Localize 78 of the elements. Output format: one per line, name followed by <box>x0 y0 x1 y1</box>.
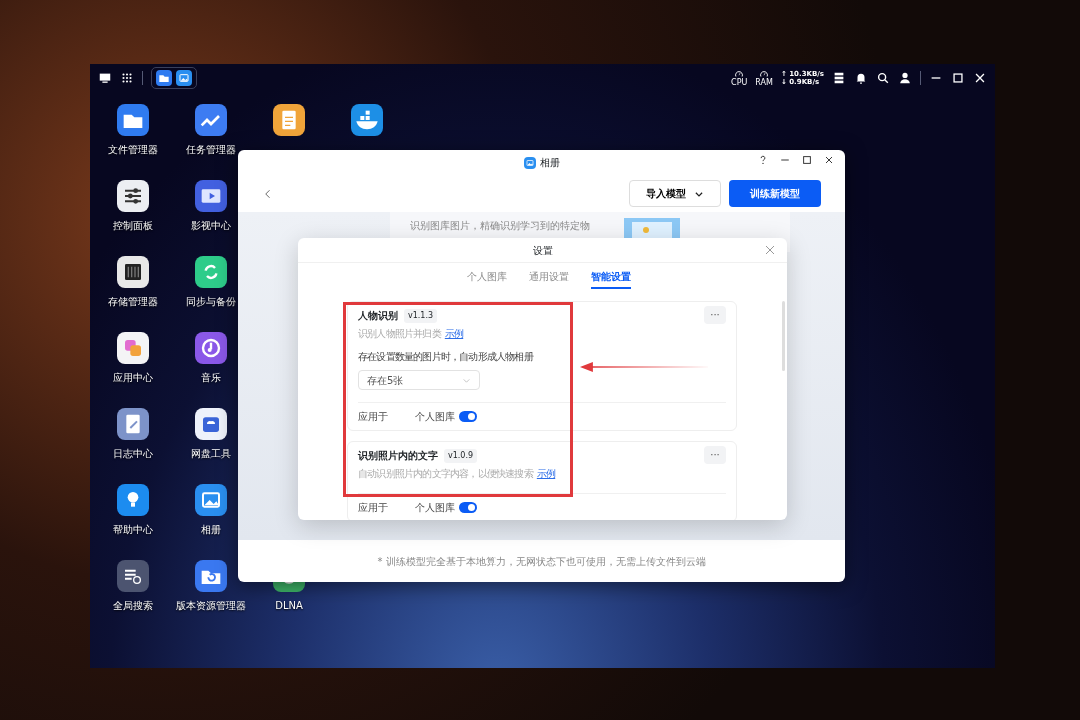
apply-label: 应用于 <box>358 501 388 515</box>
version-tag: v1.0.9 <box>444 448 478 463</box>
cloud-drive-icon[interactable] <box>195 408 227 440</box>
apply-target: 个人图库 <box>415 501 455 515</box>
example-link[interactable]: 示例 <box>536 468 556 479</box>
feature-name: 人物识别 <box>358 309 398 323</box>
search-icon[interactable] <box>876 71 890 85</box>
cpu-gauge-icon[interactable] <box>733 69 746 79</box>
maximize-icon[interactable] <box>801 154 813 166</box>
option-label: 存在设置数量的图片时，自动形成人物相册 <box>358 350 533 364</box>
monitor-icon[interactable] <box>98 71 112 85</box>
apply-target: 个人图库 <box>415 410 455 424</box>
server-list-icon[interactable] <box>832 71 846 85</box>
lightbulb-icon[interactable] <box>117 484 149 516</box>
picture-icon <box>523 156 536 169</box>
train-model-button[interactable]: 训练新模型 <box>729 180 821 207</box>
settings-tab[interactable]: 个人图库 <box>466 265 507 289</box>
toggle-knob <box>468 504 475 511</box>
folder-refresh-icon[interactable] <box>195 560 227 592</box>
folder-icon[interactable] <box>117 104 149 136</box>
close-icon[interactable] <box>823 154 835 166</box>
app-label: 影视中心 <box>191 219 231 233</box>
app-label: 任务管理器 <box>186 143 236 157</box>
sliders-icon[interactable] <box>117 180 149 212</box>
video-player-icon[interactable] <box>195 180 227 212</box>
count-select[interactable]: 存在5张 <box>358 370 480 390</box>
feature-name: 识别照片内的文字 <box>358 449 438 463</box>
disk-array-icon[interactable] <box>117 256 149 288</box>
toggle-knob <box>468 413 475 420</box>
app-label: 同步与备份 <box>186 295 236 309</box>
footer-note: * 训练模型完全基于本地算力，无网状态下也可使用，无需上传文件到云端 <box>377 554 706 569</box>
example-link[interactable]: 示例 <box>444 328 464 339</box>
app-label: DLNA <box>275 599 303 613</box>
app-label: 版本资源管理器 <box>176 599 246 613</box>
sync-arrows-icon[interactable] <box>195 256 227 288</box>
intro-text: 识别图库图片，精确识别学习到的特定物 <box>410 219 590 233</box>
app-label: 日志中心 <box>113 447 153 461</box>
settings-tab[interactable]: 智能设置 <box>590 265 631 289</box>
more-button[interactable]: ··· <box>704 306 726 324</box>
settings-tab[interactable]: 通用设置 <box>528 265 569 289</box>
container-stack-icon[interactable] <box>351 104 383 136</box>
app-label: 存储管理器 <box>108 295 158 309</box>
feature-description: 自动识别照片内的文字内容，以便快速搜索 <box>358 468 533 479</box>
music-note-icon[interactable] <box>195 332 227 364</box>
app-label: 音乐 <box>201 371 221 385</box>
app-label: 相册 <box>201 523 221 537</box>
close-icon[interactable] <box>973 71 987 85</box>
app-label: 网盘工具 <box>191 447 231 461</box>
folder-icon[interactable] <box>156 70 172 86</box>
scrollbar-thumb[interactable] <box>782 301 785 371</box>
app-label: 应用中心 <box>113 371 153 385</box>
picture-icon[interactable] <box>195 484 227 516</box>
maximize-icon[interactable] <box>951 71 965 85</box>
trend-chart-icon[interactable] <box>195 104 227 136</box>
toggle-switch[interactable] <box>459 502 477 513</box>
notepad-icon[interactable] <box>273 104 305 136</box>
app-label: 帮助中心 <box>113 523 153 537</box>
user-icon[interactable] <box>898 71 912 85</box>
import-model-button[interactable]: 导入模型 <box>629 180 721 207</box>
notebook-pen-icon[interactable] <box>117 408 149 440</box>
cpu-gauge-label: CPU <box>731 79 748 87</box>
bell-icon[interactable] <box>854 71 868 85</box>
ram-gauge-label: RAM <box>755 79 773 87</box>
app-grid-icon[interactable] <box>120 71 134 85</box>
ram-gauge-icon[interactable] <box>758 69 771 79</box>
app-label: 控制面板 <box>113 219 153 233</box>
app-label: 文件管理器 <box>108 143 158 157</box>
window-title: 相册 <box>539 156 560 170</box>
more-button[interactable]: ··· <box>704 446 726 464</box>
app-label: 全局搜索 <box>113 599 153 613</box>
feature-description: 识别人物照片并归类 <box>358 328 441 339</box>
search-list-icon[interactable] <box>117 560 149 592</box>
picture-icon[interactable] <box>176 70 192 86</box>
dialog-title: 设置 <box>532 243 553 258</box>
toggle-switch[interactable] <box>459 411 477 422</box>
stacked-squares-icon[interactable] <box>117 332 149 364</box>
apply-label: 应用于 <box>358 410 388 424</box>
version-tag: v1.1.3 <box>404 308 438 323</box>
